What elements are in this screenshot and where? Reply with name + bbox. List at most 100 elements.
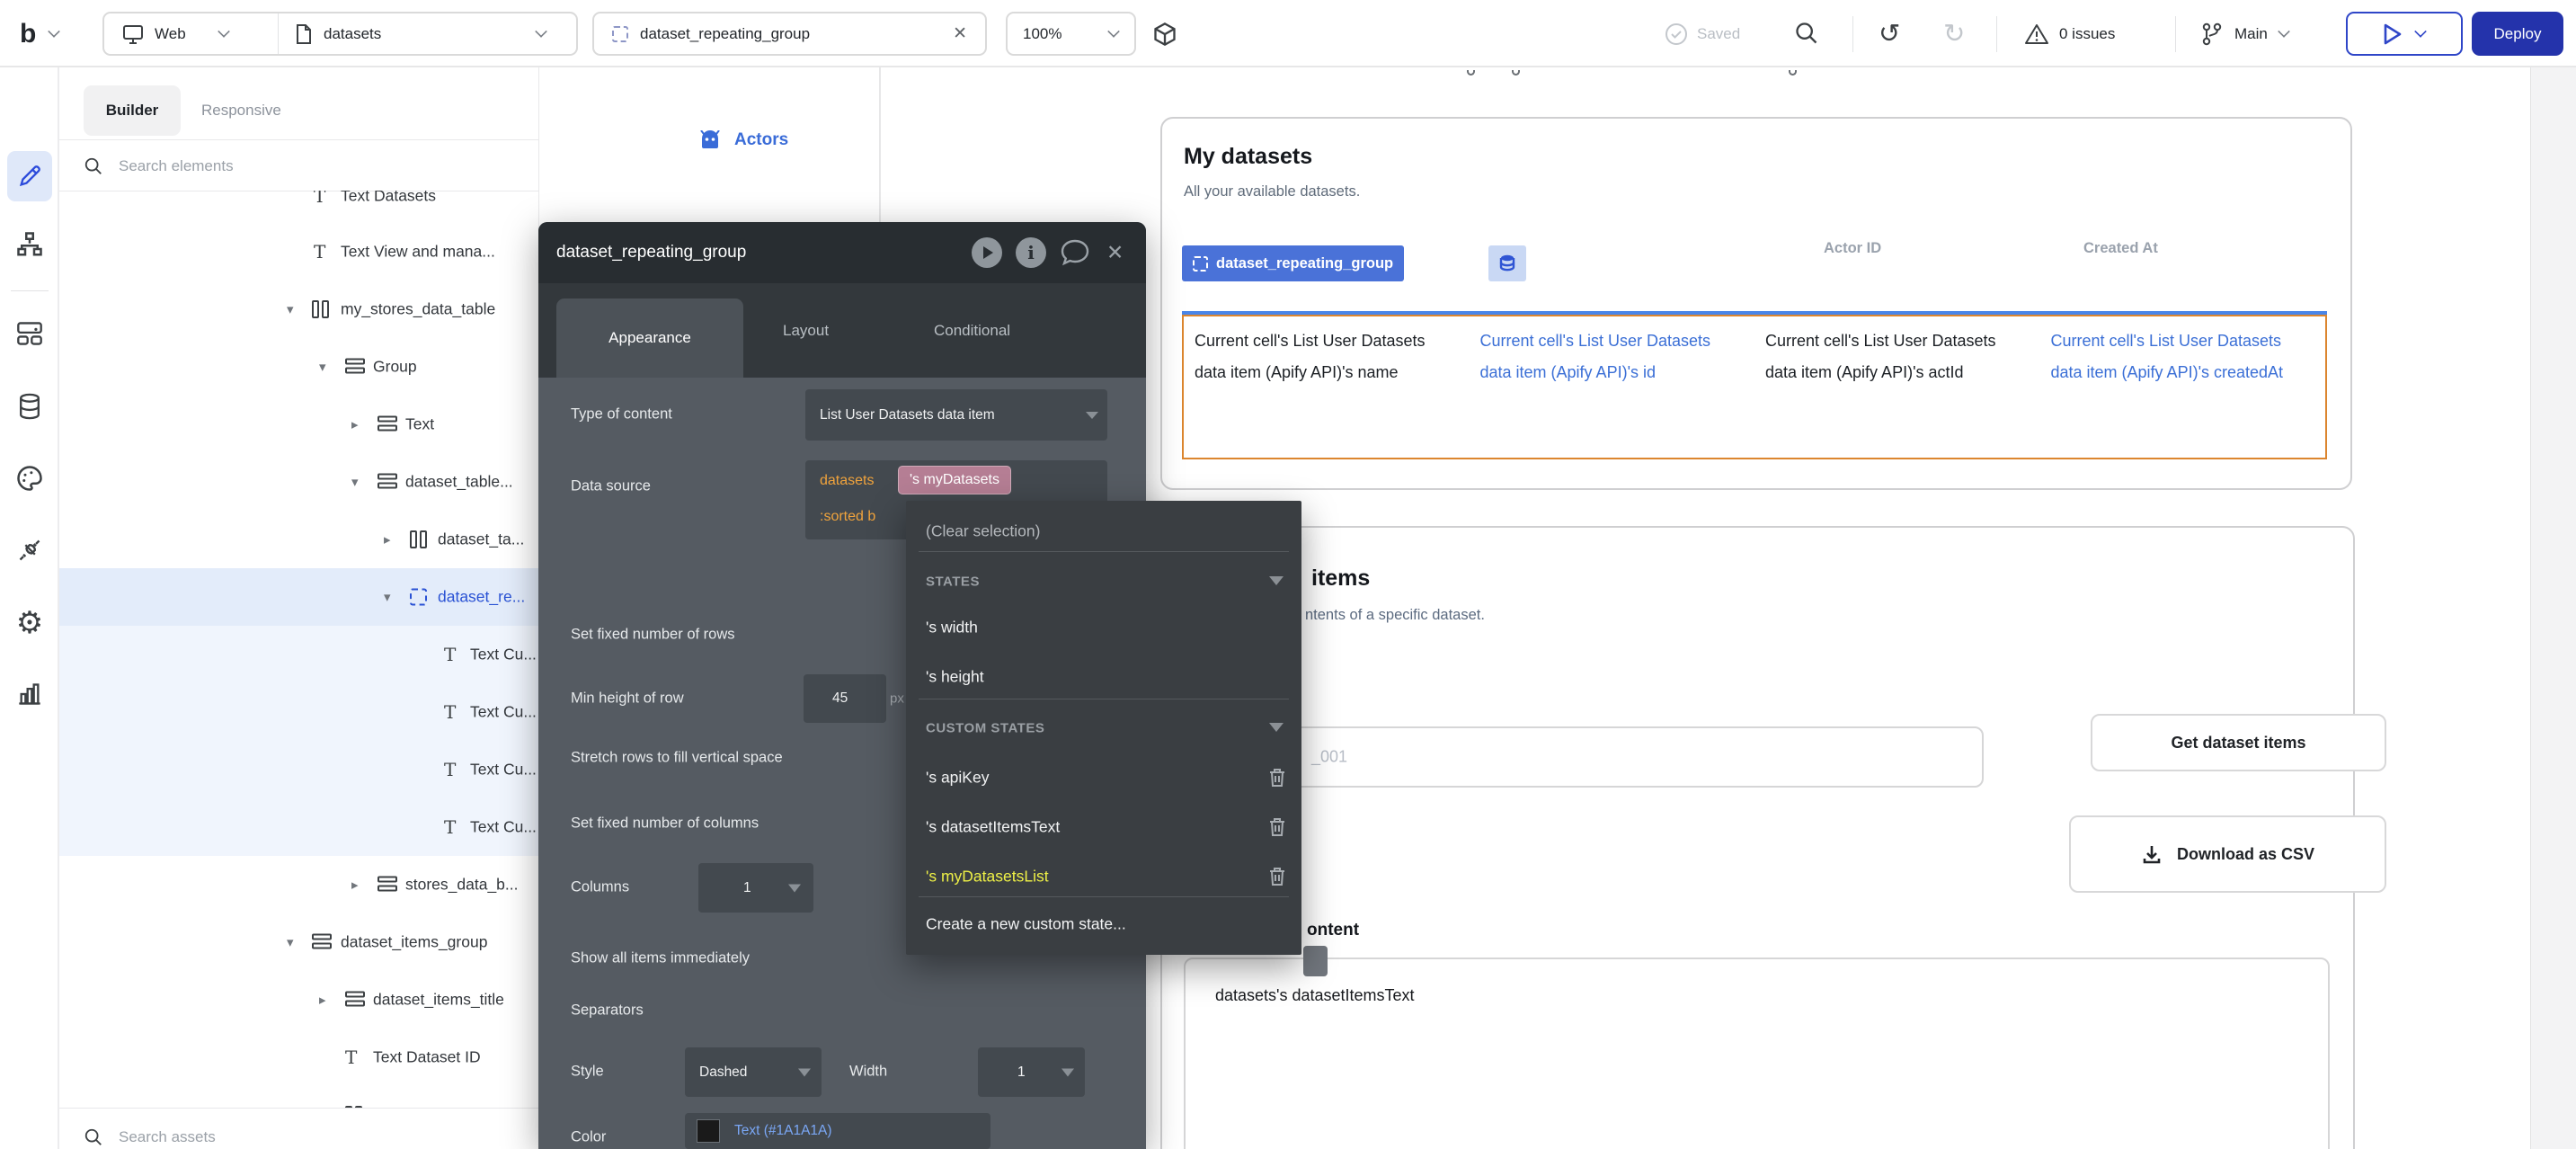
menu-item[interactable]: 's height bbox=[926, 668, 984, 687]
issues-indicator[interactable]: 0 issues bbox=[2024, 0, 2115, 67]
info-icon[interactable]: i bbox=[1016, 237, 1046, 268]
tree-item-selected[interactable]: ▾ dataset_re... bbox=[59, 568, 539, 626]
chevron-right-icon[interactable]: ▸ bbox=[319, 992, 326, 1008]
repeating-group-icon bbox=[410, 589, 427, 606]
nav-item-actors[interactable]: Actors bbox=[698, 130, 788, 150]
tree-item[interactable]: ▾ dataset_table... bbox=[59, 453, 539, 511]
get-dataset-items-button[interactable]: Get dataset items bbox=[2091, 714, 2386, 771]
tab-layout[interactable]: Layout bbox=[783, 283, 829, 378]
menu-item[interactable]: 's width bbox=[926, 619, 978, 637]
chart-icon[interactable] bbox=[17, 682, 42, 706]
table-cell[interactable]: Current cell's List User Datasets data i… bbox=[1470, 316, 1755, 458]
palette-icon[interactable] bbox=[16, 465, 43, 492]
dataset-content-box[interactable]: datasets's datasetItemsText bbox=[1184, 958, 2330, 1149]
tab-appearance[interactable]: Appearance bbox=[556, 298, 743, 378]
comment-icon[interactable] bbox=[1060, 238, 1090, 267]
branch-selector[interactable]: Main bbox=[2200, 0, 2289, 67]
selected-element-badge[interactable]: dataset_repeating_group bbox=[1182, 245, 1404, 281]
tree-item[interactable]: ▾ dataset_items_group bbox=[59, 913, 539, 971]
chevron-down-icon[interactable]: ▾ bbox=[287, 934, 294, 950]
sitemap-icon[interactable] bbox=[16, 231, 43, 258]
element-tab[interactable]: dataset_repeating_group ✕ bbox=[592, 12, 987, 56]
chevron-right-icon[interactable]: ▸ bbox=[384, 531, 391, 548]
asset-search[interactable] bbox=[84, 1118, 415, 1149]
tree-item[interactable]: ▾ my_stores_data_table bbox=[59, 281, 539, 338]
zoom-selector[interactable]: 100% bbox=[1006, 12, 1136, 56]
table-cell[interactable]: Current cell's List User Datasets data i… bbox=[1754, 316, 2040, 458]
scrollbar-thumb[interactable] bbox=[1303, 946, 1328, 976]
search-icon[interactable] bbox=[1794, 21, 1819, 46]
undo-icon[interactable]: ↺ bbox=[1879, 18, 1900, 49]
tree-item[interactable]: T Text Datasets bbox=[59, 191, 539, 225]
tree-item[interactable]: T Text Cu... bbox=[59, 798, 539, 856]
tree-item[interactable]: ▾ Group bbox=[59, 338, 539, 396]
redo-icon[interactable]: ↻ bbox=[1943, 18, 1965, 49]
close-icon[interactable]: ✕ bbox=[953, 23, 967, 44]
tab-builder[interactable]: Builder bbox=[84, 85, 181, 136]
components-icon[interactable] bbox=[16, 321, 43, 346]
inspector-titlebar[interactable]: dataset_repeating_group i ✕ bbox=[538, 222, 1146, 283]
expression-token-selected[interactable]: 's myDatasets bbox=[898, 466, 1011, 494]
pencil-icon[interactable] bbox=[17, 164, 42, 189]
gear-icon[interactable]: ⚙ bbox=[16, 605, 43, 641]
chevron-down-icon[interactable]: ▾ bbox=[287, 301, 294, 317]
tree-item[interactable]: ▸ dataset_items_in... bbox=[59, 1086, 539, 1108]
tree-item[interactable]: ▸ Text bbox=[59, 396, 539, 453]
chevron-right-icon[interactable]: ▸ bbox=[351, 877, 359, 893]
top-toolbar: b Web datasets dataset_repeating_group ✕… bbox=[0, 0, 2576, 67]
trash-icon[interactable] bbox=[1267, 866, 1287, 887]
tree-item[interactable]: T Text Dataset ID bbox=[59, 1029, 539, 1086]
menu-section-header[interactable]: CUSTOM STATES bbox=[926, 721, 1044, 736]
search-elements-input[interactable] bbox=[119, 157, 415, 175]
trash-icon[interactable] bbox=[1267, 767, 1287, 788]
package-icon[interactable] bbox=[1152, 22, 1177, 47]
search-assets-input[interactable] bbox=[119, 1128, 415, 1146]
database-icon[interactable] bbox=[17, 393, 42, 420]
tree-item[interactable]: ▸ stores_data_b... bbox=[59, 856, 539, 913]
type-of-content-select[interactable]: List User Datasets data item bbox=[805, 389, 1107, 441]
trash-icon[interactable] bbox=[1267, 816, 1287, 838]
separator-color-picker[interactable]: Text (#1A1A1A) bbox=[685, 1113, 990, 1149]
menu-item[interactable]: 's datasetItemsText bbox=[926, 818, 1060, 837]
menu-item-clear[interactable]: (Clear selection) bbox=[926, 522, 1040, 541]
table-cell[interactable]: Current cell's List User Datasets data i… bbox=[2040, 316, 2326, 458]
chevron-down-icon[interactable]: ▾ bbox=[384, 589, 391, 605]
chevron-down-icon[interactable]: ▾ bbox=[319, 359, 326, 375]
menu-item[interactable]: 's apiKey bbox=[926, 769, 989, 788]
text-element-icon: T bbox=[314, 243, 325, 261]
clipped-text-fragment bbox=[1789, 70, 1797, 76]
repeating-group-icon bbox=[1193, 256, 1208, 272]
color-value-link[interactable]: Text (#1A1A1A) bbox=[734, 1123, 832, 1139]
plug-icon[interactable] bbox=[17, 538, 42, 563]
close-icon[interactable]: ✕ bbox=[1106, 241, 1124, 265]
menu-section-header[interactable]: STATES bbox=[926, 574, 980, 590]
tree-item[interactable]: ▸ dataset_items_title bbox=[59, 971, 539, 1029]
dataset-id-input[interactable]: _001 bbox=[1184, 726, 1984, 788]
app-logo[interactable]: b bbox=[20, 0, 59, 67]
tree-item[interactable]: T Text Cu... bbox=[59, 626, 539, 683]
tab-responsive[interactable]: Responsive bbox=[201, 85, 281, 136]
menu-item-highlighted[interactable]: 's myDatasetsList bbox=[926, 868, 1049, 886]
download-csv-button[interactable]: Download as CSV bbox=[2069, 815, 2386, 893]
preview-button[interactable] bbox=[2346, 12, 2463, 56]
tab-conditional[interactable]: Conditional bbox=[934, 283, 1010, 378]
table-cell[interactable]: Current cell's List User Datasets data i… bbox=[1184, 316, 1470, 458]
deploy-button[interactable]: Deploy bbox=[2472, 12, 2563, 56]
element-search[interactable] bbox=[84, 147, 415, 186]
menu-item-create-state[interactable]: Create a new custom state... bbox=[926, 915, 1126, 934]
separator-style-select[interactable]: Dashed bbox=[685, 1047, 822, 1097]
tree-item[interactable]: T Text Cu... bbox=[59, 683, 539, 741]
chevron-right-icon[interactable]: ▸ bbox=[351, 416, 359, 432]
repeating-group-element[interactable]: Current cell's List User Datasets data i… bbox=[1182, 315, 2327, 459]
play-icon[interactable] bbox=[972, 237, 1002, 268]
tree-item[interactable]: T Text View and mana... bbox=[59, 223, 539, 281]
page-selector[interactable]: datasets bbox=[295, 13, 546, 54]
chevron-down-icon[interactable]: ▾ bbox=[351, 474, 359, 490]
separator-width-select[interactable]: 1 bbox=[978, 1047, 1085, 1097]
tree-item[interactable]: T Text Cu... bbox=[59, 741, 539, 798]
platform-selector[interactable]: Web bbox=[122, 13, 229, 54]
data-source-badge[interactable] bbox=[1488, 245, 1526, 281]
tree-item[interactable]: ▸ dataset_ta... bbox=[59, 511, 539, 568]
min-height-input[interactable]: 45 bbox=[804, 674, 886, 723]
columns-select[interactable]: 1 bbox=[698, 863, 813, 913]
